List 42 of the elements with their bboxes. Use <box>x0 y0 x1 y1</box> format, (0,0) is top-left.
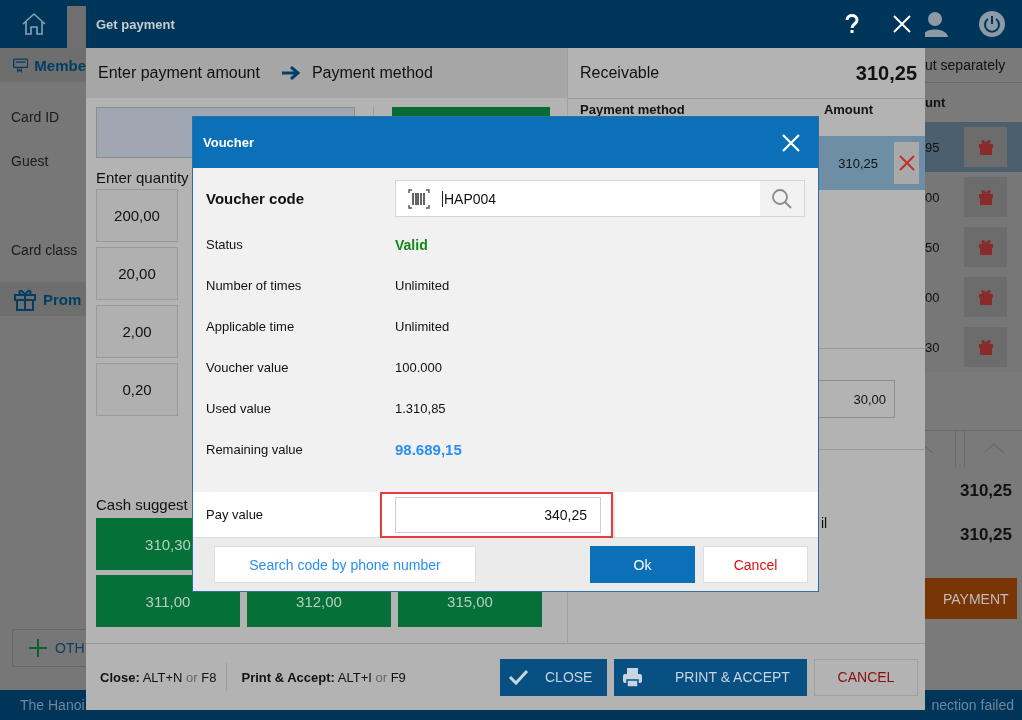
amount-text: 95 <box>925 139 940 155</box>
column-header: unt <box>925 94 947 112</box>
status-text: The Hanoi <box>20 697 85 713</box>
field-label: Number of times <box>206 278 303 293</box>
receivable-value: 310,25 <box>855 61 917 85</box>
field-value: 100.000 <box>395 360 442 375</box>
promotion-heading: Prom <box>43 290 82 308</box>
dialog-title: Voucher <box>203 135 255 150</box>
field-label: Applicable time <box>206 319 296 334</box>
dialog-title: Get payment <box>96 16 175 32</box>
field-value: 1.310,85 <box>395 401 446 416</box>
amount-text: 00 <box>925 189 940 205</box>
field-label: Voucher value <box>206 360 290 375</box>
field-value: 98.689,15 <box>395 441 462 458</box>
step-label: Enter payment amount <box>98 64 260 82</box>
field-label: Guest <box>11 153 49 169</box>
total-value: 310,25 <box>959 480 1013 502</box>
member-heading: Membe <box>34 56 86 74</box>
field-label: Status <box>206 237 244 252</box>
field-value: Unlimited <box>395 278 450 293</box>
field-label: Voucher code <box>206 190 306 207</box>
section-label: Enter quantity <box>96 169 190 188</box>
shortcut-hint: Close: ALT+N or F8 <box>99 669 218 685</box>
amount-text: 310,25 <box>838 155 878 171</box>
amount-text: 00 <box>925 289 940 305</box>
field-value: Valid <box>395 236 428 253</box>
field-label: Remaining value <box>206 442 304 457</box>
column-header: Amount <box>823 102 873 117</box>
amount-text: 30 <box>925 339 940 355</box>
status-text: nection failed <box>931 697 1014 713</box>
shortcut-hint: Print & Accept: ALT+I or F9 <box>240 669 407 685</box>
field-label: Used value <box>206 401 273 416</box>
field-value: Unlimited <box>395 319 450 334</box>
amount-text: 50 <box>925 239 940 255</box>
total-value: 310,25 <box>959 524 1013 546</box>
section-label: Cash suggest <box>96 496 188 515</box>
column-header: Payment method <box>580 102 685 117</box>
field-label: Card class <box>11 242 78 258</box>
receivable-label: Receivable <box>580 64 660 82</box>
step-label: Payment method <box>311 64 433 82</box>
label-text: il <box>821 515 828 531</box>
field-label: Card ID <box>11 109 60 125</box>
